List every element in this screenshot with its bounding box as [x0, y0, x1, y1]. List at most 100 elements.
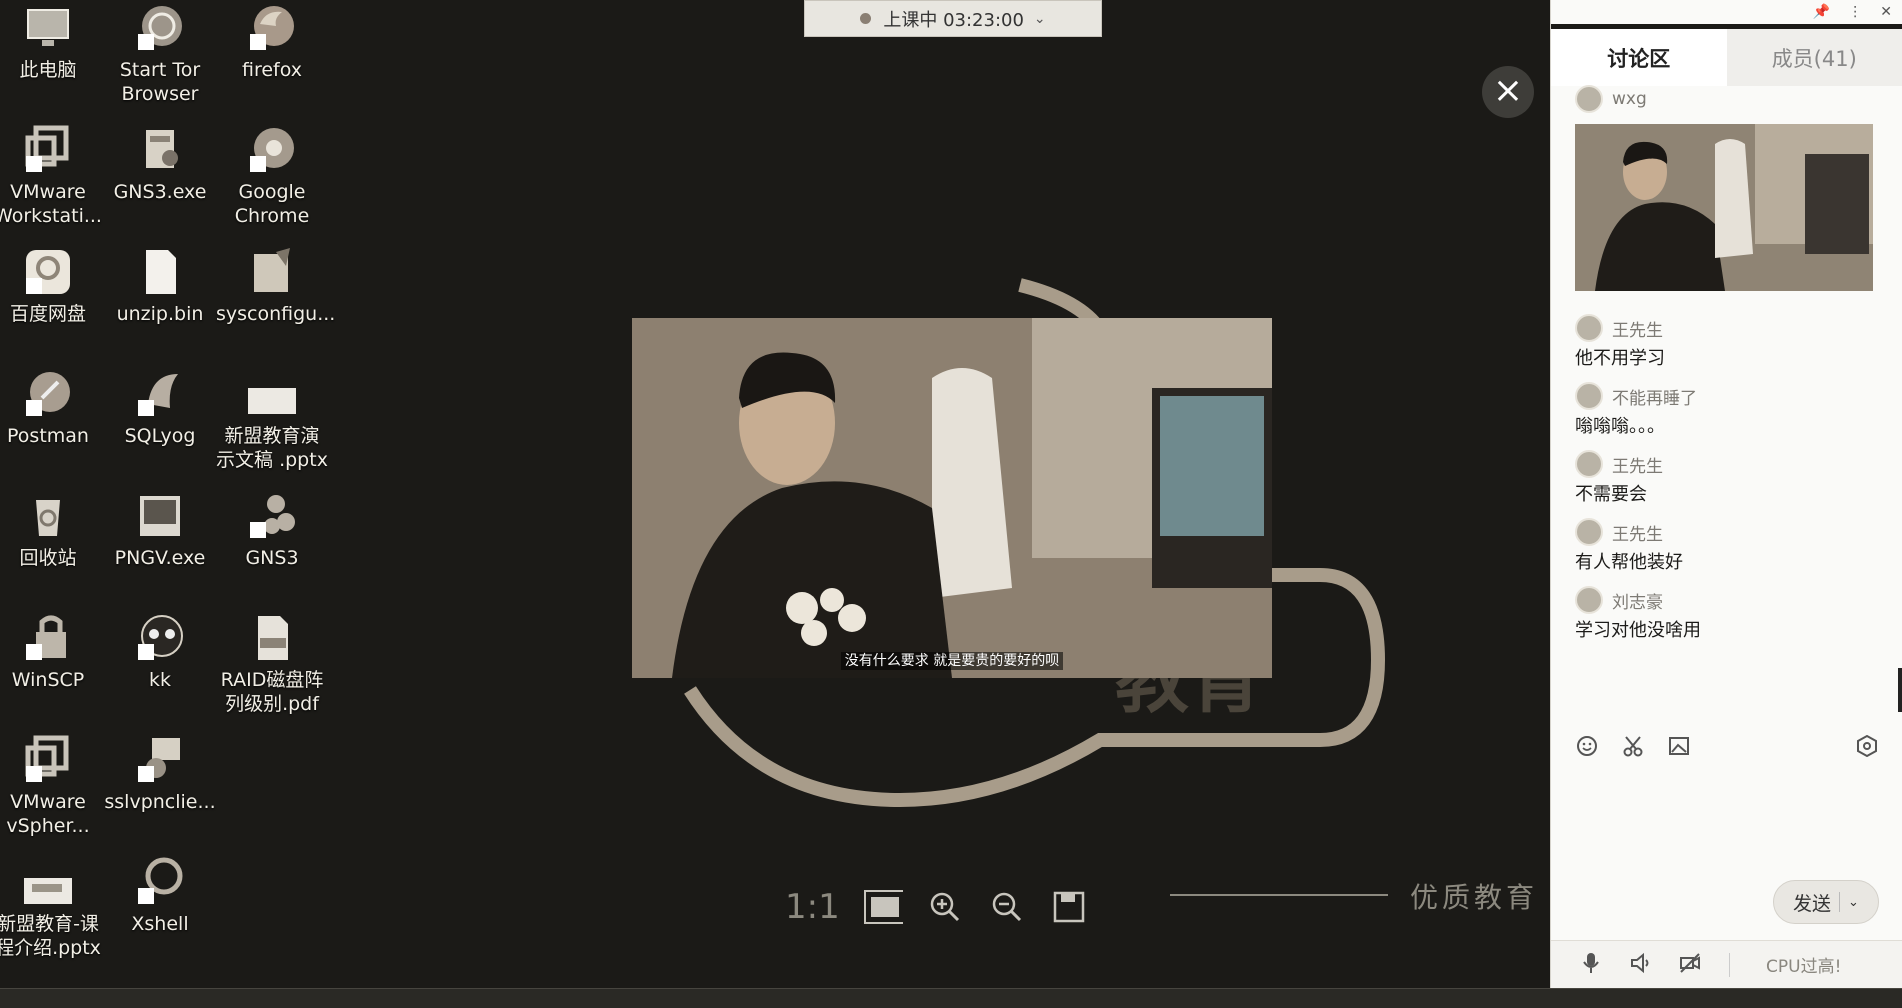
desktop-icon-recycle-bin[interactable]: 回收站: [0, 490, 104, 570]
scissors-icon: [1623, 736, 1643, 757]
image-upload-button[interactable]: [1667, 734, 1691, 758]
chat-image-message[interactable]: [1575, 124, 1873, 291]
desktop-icon-vmware[interactable]: VMware Workstati...: [0, 124, 104, 228]
desktop-icon-xshell[interactable]: Xshell: [104, 856, 216, 936]
message-text: 学习对他没啥用: [1575, 620, 1701, 641]
cpu-warning-label: CPU过高!: [1766, 957, 1842, 977]
desktop-icon-vsphere[interactable]: VMware vSpher...: [0, 734, 104, 838]
camera-off-icon[interactable]: [1679, 952, 1701, 978]
chevron-down-icon[interactable]: ⌄: [1848, 895, 1859, 910]
tab-members[interactable]: 成员(41): [1726, 29, 1902, 86]
close-icon: ×: [1492, 70, 1524, 111]
desktop-icon-sysconfig[interactable]: sysconfigu...: [216, 246, 336, 326]
panel-titlebar: 📌 ⋮ ✕: [1551, 0, 1902, 24]
message-username: 王先生: [1612, 456, 1663, 477]
fit-screen-button[interactable]: [863, 887, 903, 927]
recycle-bin-icon: [22, 490, 74, 542]
desktop-icon-gns3-exe[interactable]: GNS3.exe: [104, 124, 216, 204]
pptx-icon: [246, 368, 298, 420]
desktop-icon-sqlyog[interactable]: SQLyog: [104, 368, 216, 448]
xshell-icon: [134, 856, 186, 908]
desktop-icon-label: kk: [148, 669, 171, 691]
desktop-icon-label: sysconfigu...: [216, 303, 336, 325]
panel-tabs: 讨论区 成员(41): [1551, 24, 1902, 86]
desktop-icon-firefox[interactable]: firefox: [216, 2, 328, 82]
desktop-icon-label: SQLyog: [124, 425, 196, 447]
desktop-icon-tor[interactable]: Start Tor Browser: [104, 2, 216, 106]
close-viewer-button[interactable]: ×: [1482, 66, 1534, 118]
message-header: 王先生: [1575, 517, 1879, 547]
firefox-icon: [246, 2, 298, 54]
message-header: 刘志豪: [1575, 585, 1879, 615]
message-username: 不能再睡了: [1612, 388, 1697, 409]
desktop-icon-pngv[interactable]: PNGV.exe: [104, 490, 216, 570]
tab-discussion[interactable]: 讨论区: [1551, 29, 1727, 86]
desktop-icon-baidu[interactable]: 百度网盘: [0, 246, 104, 326]
desktop-icon-label: GNS3: [245, 547, 299, 569]
speaker-icon[interactable]: [1629, 952, 1651, 978]
send-label: 发送: [1793, 892, 1832, 915]
avatar: [1575, 518, 1603, 546]
desktop-icon-label: Postman: [7, 425, 89, 447]
screen: 教育 没有什么要求 就是要贵的要好的呗 × 1:1 优质教育 此电脑 Start…: [0, 0, 1902, 1008]
media-status-bar: CPU过高!: [1551, 940, 1902, 988]
desktop-icon-label: 百度网盘: [9, 303, 86, 325]
settings-button[interactable]: [1855, 734, 1879, 758]
desktop-icon-label: WinSCP: [11, 669, 85, 691]
screenshot-button[interactable]: [1621, 734, 1645, 758]
message-header: 王先生: [1575, 449, 1879, 479]
desktop-icon-label: unzip.bin: [116, 303, 204, 325]
desktop-icon-pptx-demo[interactable]: 新盟教育演示文稿 .pptx: [216, 368, 328, 472]
video-frame: 没有什么要求 就是要贵的要好的呗: [632, 318, 1272, 678]
slogan-text: 优质教育: [1410, 881, 1539, 914]
desktop-icon-kk[interactable]: kk: [104, 612, 216, 692]
message-username: wxg: [1612, 89, 1647, 109]
vmware-icon: [22, 124, 74, 176]
desktop-icon-label: GNS3.exe: [113, 181, 207, 203]
settings-icon: [1857, 735, 1877, 757]
tor-browser-icon: [134, 2, 186, 54]
chat-scrollbar[interactable]: [1898, 668, 1902, 712]
save-image-button[interactable]: [1049, 887, 1089, 927]
desktop-icon-unzip[interactable]: unzip.bin: [104, 246, 216, 326]
close-icon[interactable]: ✕: [1880, 4, 1892, 20]
avatar: [1575, 85, 1603, 113]
desktop-icon-this-pc[interactable]: 此电脑: [0, 2, 104, 82]
avatar: [1575, 382, 1603, 410]
fit-screen-icon: [864, 890, 903, 924]
desktop-icon-gns3[interactable]: GNS3: [216, 490, 328, 570]
desktop-icon-label: 新盟教育演示文稿 .pptx: [216, 425, 328, 471]
message-text: 他不用学习: [1575, 348, 1665, 369]
sysconfig-icon: [246, 246, 298, 298]
desktop-icon-sslvpn[interactable]: sslvpnclie...: [104, 734, 216, 814]
zoom-out-button[interactable]: [987, 887, 1027, 927]
pin-icon[interactable]: 📌: [1813, 4, 1830, 20]
zoom-out-icon: [992, 892, 1022, 922]
more-icon[interactable]: ⋮: [1848, 4, 1862, 20]
message-text: 有人帮他装好: [1575, 552, 1683, 573]
class-status-bar[interactable]: 上课中 03:23:00 ⌄: [804, 0, 1102, 37]
pptx-icon: [22, 856, 74, 908]
desktop-icon-raid-pdf[interactable]: RAID磁盘阵列级别.pdf: [216, 612, 328, 716]
send-button[interactable]: 发送 ⌄: [1773, 880, 1879, 924]
pdf-icon: [246, 612, 298, 664]
zoom-in-icon: [930, 892, 960, 922]
desktop-icon-winscp[interactable]: WinSCP: [0, 612, 104, 692]
desktop-icon-postman[interactable]: Postman: [0, 368, 104, 448]
compose-toolbar: [1575, 728, 1879, 764]
message-username: 王先生: [1612, 320, 1663, 341]
desktop-icon-chrome[interactable]: Google Chrome: [216, 124, 328, 228]
actual-size-button[interactable]: 1:1: [785, 887, 841, 927]
discussion-panel: 📌 ⋮ ✕ 讨论区 成员(41) wxg 王先生 他不用学习 不能再睡了 嗡嗡嗡…: [1550, 0, 1902, 988]
avatar: [1575, 450, 1603, 478]
zoom-in-button[interactable]: [925, 887, 965, 927]
desktop-icon-pptx-course[interactable]: 新盟教育-课程介绍.pptx: [0, 856, 104, 960]
send-divider: [1839, 892, 1841, 912]
viewer-toolbar: 1:1: [785, 882, 1089, 932]
video-subtitle: 没有什么要求 就是要贵的要好的呗: [632, 650, 1272, 670]
desktop-icon-label: 此电脑: [19, 59, 77, 81]
microphone-icon[interactable]: [1581, 952, 1601, 978]
sqlyog-icon: [134, 368, 186, 420]
emoji-button[interactable]: [1575, 734, 1599, 758]
message-username: 刘志豪: [1612, 592, 1663, 613]
